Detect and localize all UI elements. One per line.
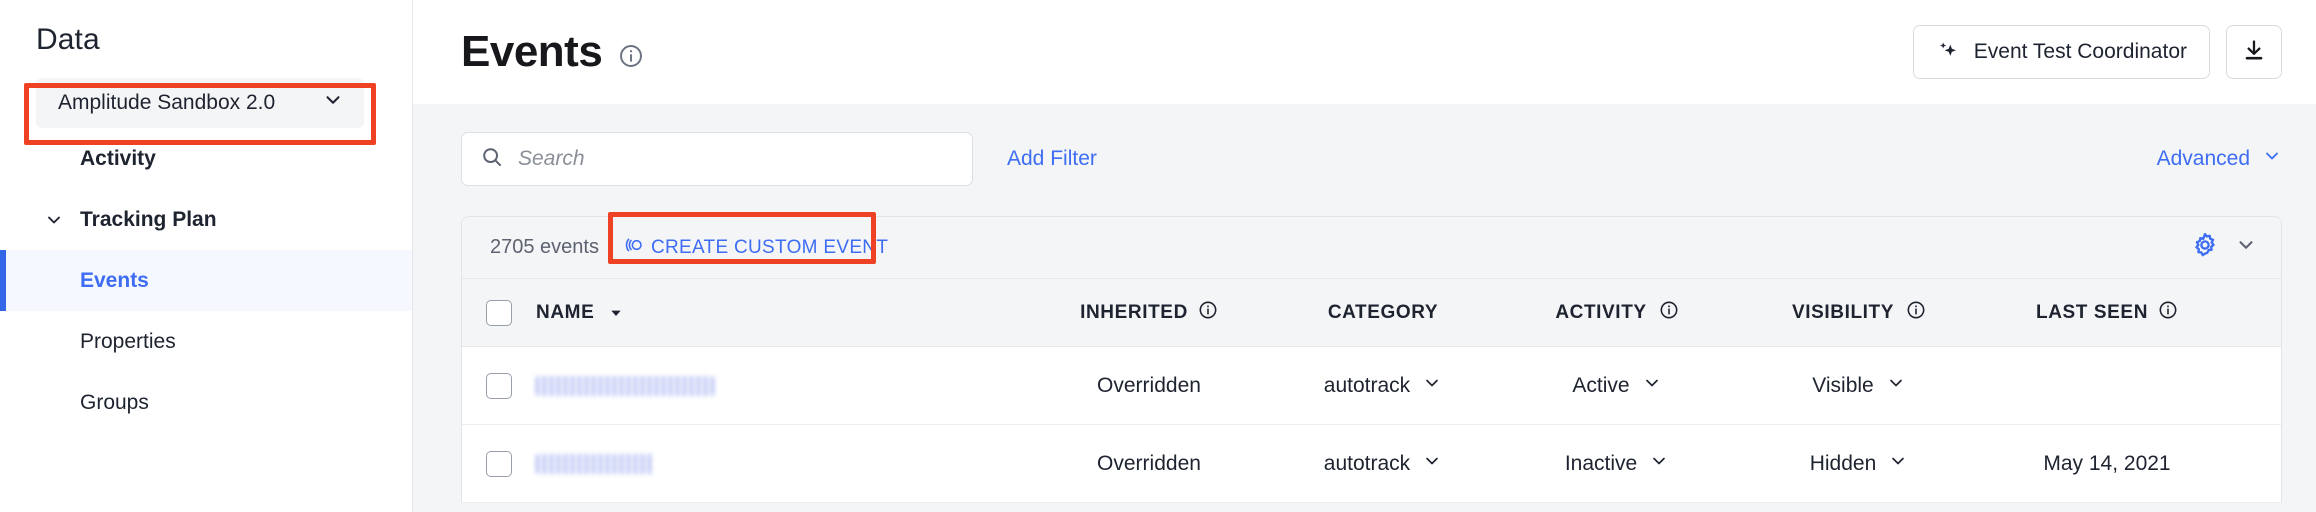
sidebar-item-activity[interactable]: Activity bbox=[0, 128, 412, 189]
row-checkbox[interactable] bbox=[486, 373, 512, 399]
cell-category-value: autotrack bbox=[1324, 452, 1410, 476]
redacted-event-name bbox=[536, 376, 714, 396]
advanced-label: Advanced bbox=[2157, 147, 2250, 171]
sidebar-item-label: Properties bbox=[80, 330, 176, 354]
chevron-down-icon bbox=[1886, 373, 1906, 399]
cell-category[interactable]: autotrack bbox=[1268, 451, 1498, 477]
cell-inherited: Overridden bbox=[1030, 374, 1268, 398]
column-header-label: INHERITED bbox=[1080, 302, 1188, 324]
caret-down-icon bbox=[608, 305, 624, 321]
cell-last-seen: May 14, 2021 bbox=[1982, 452, 2232, 476]
sidebar-item-label: Groups bbox=[80, 391, 149, 415]
row-select-cell bbox=[462, 451, 536, 477]
column-header-category[interactable]: CATEGORY bbox=[1268, 302, 1498, 324]
gear-icon bbox=[2191, 231, 2219, 264]
cell-visibility-value: Visible bbox=[1812, 374, 1873, 398]
sidebar-title: Data bbox=[0, 20, 412, 60]
search-box[interactable] bbox=[461, 132, 973, 186]
chevron-down-icon bbox=[1422, 451, 1442, 477]
chevron-down-icon bbox=[1888, 451, 1908, 477]
cell-visibility[interactable]: Hidden bbox=[1736, 451, 1982, 477]
advanced-toggle[interactable]: Advanced bbox=[2157, 146, 2282, 172]
search-icon bbox=[480, 145, 504, 174]
event-test-coordinator-label: Event Test Coordinator bbox=[1974, 40, 2187, 64]
page-title: Events bbox=[461, 27, 602, 77]
download-button[interactable] bbox=[2226, 25, 2282, 79]
sidebar-item-label: Tracking Plan bbox=[80, 208, 217, 232]
chevron-down-icon bbox=[44, 210, 64, 230]
column-header-label: NAME bbox=[536, 302, 594, 324]
select-all-checkbox[interactable] bbox=[486, 300, 512, 326]
chevron-down-icon bbox=[1649, 451, 1669, 477]
events-table-card: 2705 events CREATE CUSTOM EVENT bbox=[461, 216, 2282, 503]
chevron-down-icon bbox=[2262, 146, 2282, 172]
project-selector-value: Amplitude Sandbox 2.0 bbox=[58, 91, 275, 115]
table-row[interactable]: Overridden autotrack Inactive bbox=[462, 425, 2281, 503]
sidebar-item-groups[interactable]: Groups bbox=[0, 372, 412, 433]
info-circle-icon[interactable] bbox=[618, 43, 644, 69]
column-header-last-seen[interactable]: LAST SEEN bbox=[1982, 300, 2232, 326]
table-row[interactable]: Overridden autotrack Active bbox=[462, 347, 2281, 425]
info-circle-icon[interactable] bbox=[1906, 300, 1926, 326]
app-root: Data Amplitude Sandbox 2.0 Activity Trac… bbox=[0, 0, 2316, 512]
cell-activity-value: Inactive bbox=[1565, 452, 1637, 476]
redacted-event-name bbox=[536, 454, 654, 474]
cell-category-value: autotrack bbox=[1324, 374, 1410, 398]
table-header-row: NAME INHERITED CATEGORY bbox=[462, 279, 2281, 347]
chevron-down-icon bbox=[1422, 373, 1442, 399]
column-header-visibility[interactable]: VISIBILITY bbox=[1736, 300, 1982, 326]
sidebar-item-tracking-plan[interactable]: Tracking Plan bbox=[0, 189, 412, 250]
cell-event-name[interactable] bbox=[536, 376, 1030, 396]
row-select-cell bbox=[462, 373, 536, 399]
sparkles-icon bbox=[1936, 39, 1962, 65]
search-input[interactable] bbox=[518, 147, 954, 171]
sidebar-item-label: Events bbox=[80, 269, 149, 293]
table-toolbar: 2705 events CREATE CUSTOM EVENT bbox=[462, 217, 2281, 279]
cell-activity-value: Active bbox=[1572, 374, 1629, 398]
chevron-down-icon bbox=[2235, 234, 2257, 261]
custom-event-icon bbox=[625, 235, 645, 261]
event-test-coordinator-button[interactable]: Event Test Coordinator bbox=[1913, 25, 2210, 79]
main-content: Events Event Test Coordinator bbox=[413, 0, 2316, 512]
create-custom-event-label: CREATE CUSTOM EVENT bbox=[651, 237, 888, 259]
cell-activity[interactable]: Inactive bbox=[1498, 451, 1736, 477]
column-header-label: LAST SEEN bbox=[2036, 302, 2148, 324]
cell-activity[interactable]: Active bbox=[1498, 373, 1736, 399]
content-panel: Add Filter Advanced 2705 events bbox=[413, 104, 2316, 512]
cell-event-name[interactable] bbox=[536, 454, 1030, 474]
sidebar: Data Amplitude Sandbox 2.0 Activity Trac… bbox=[0, 0, 413, 512]
row-checkbox[interactable] bbox=[486, 451, 512, 477]
page-header: Events Event Test Coordinator bbox=[413, 0, 2316, 104]
column-header-name[interactable]: NAME bbox=[536, 302, 1030, 324]
info-circle-icon[interactable] bbox=[1198, 300, 1218, 326]
add-filter-button[interactable]: Add Filter bbox=[1007, 147, 1097, 171]
sidebar-item-events[interactable]: Events bbox=[0, 250, 412, 311]
select-all-cell bbox=[462, 300, 536, 326]
cell-visibility-value: Hidden bbox=[1810, 452, 1877, 476]
filter-row: Add Filter Advanced bbox=[461, 132, 2282, 186]
column-header-label: CATEGORY bbox=[1328, 302, 1438, 324]
sidebar-item-label: Activity bbox=[80, 147, 156, 171]
info-circle-icon[interactable] bbox=[2158, 300, 2178, 326]
sidebar-item-properties[interactable]: Properties bbox=[0, 311, 412, 372]
column-header-activity[interactable]: ACTIVITY bbox=[1498, 300, 1736, 326]
create-custom-event-button[interactable]: CREATE CUSTOM EVENT bbox=[625, 235, 888, 261]
cell-visibility[interactable]: Visible bbox=[1736, 373, 1982, 399]
cell-inherited: Overridden bbox=[1030, 452, 1268, 476]
project-selector-wrap: Amplitude Sandbox 2.0 bbox=[36, 78, 364, 128]
info-circle-icon[interactable] bbox=[1659, 300, 1679, 326]
project-selector[interactable]: Amplitude Sandbox 2.0 bbox=[36, 78, 364, 128]
table-settings-button[interactable] bbox=[2191, 231, 2257, 264]
column-header-label: VISIBILITY bbox=[1792, 302, 1894, 324]
events-count: 2705 events bbox=[490, 236, 599, 259]
chevron-down-icon bbox=[1642, 373, 1662, 399]
chevron-down-icon bbox=[322, 89, 344, 117]
column-header-inherited[interactable]: INHERITED bbox=[1030, 300, 1268, 326]
cell-category[interactable]: autotrack bbox=[1268, 373, 1498, 399]
download-icon bbox=[2241, 38, 2267, 67]
column-header-label: ACTIVITY bbox=[1555, 302, 1646, 324]
